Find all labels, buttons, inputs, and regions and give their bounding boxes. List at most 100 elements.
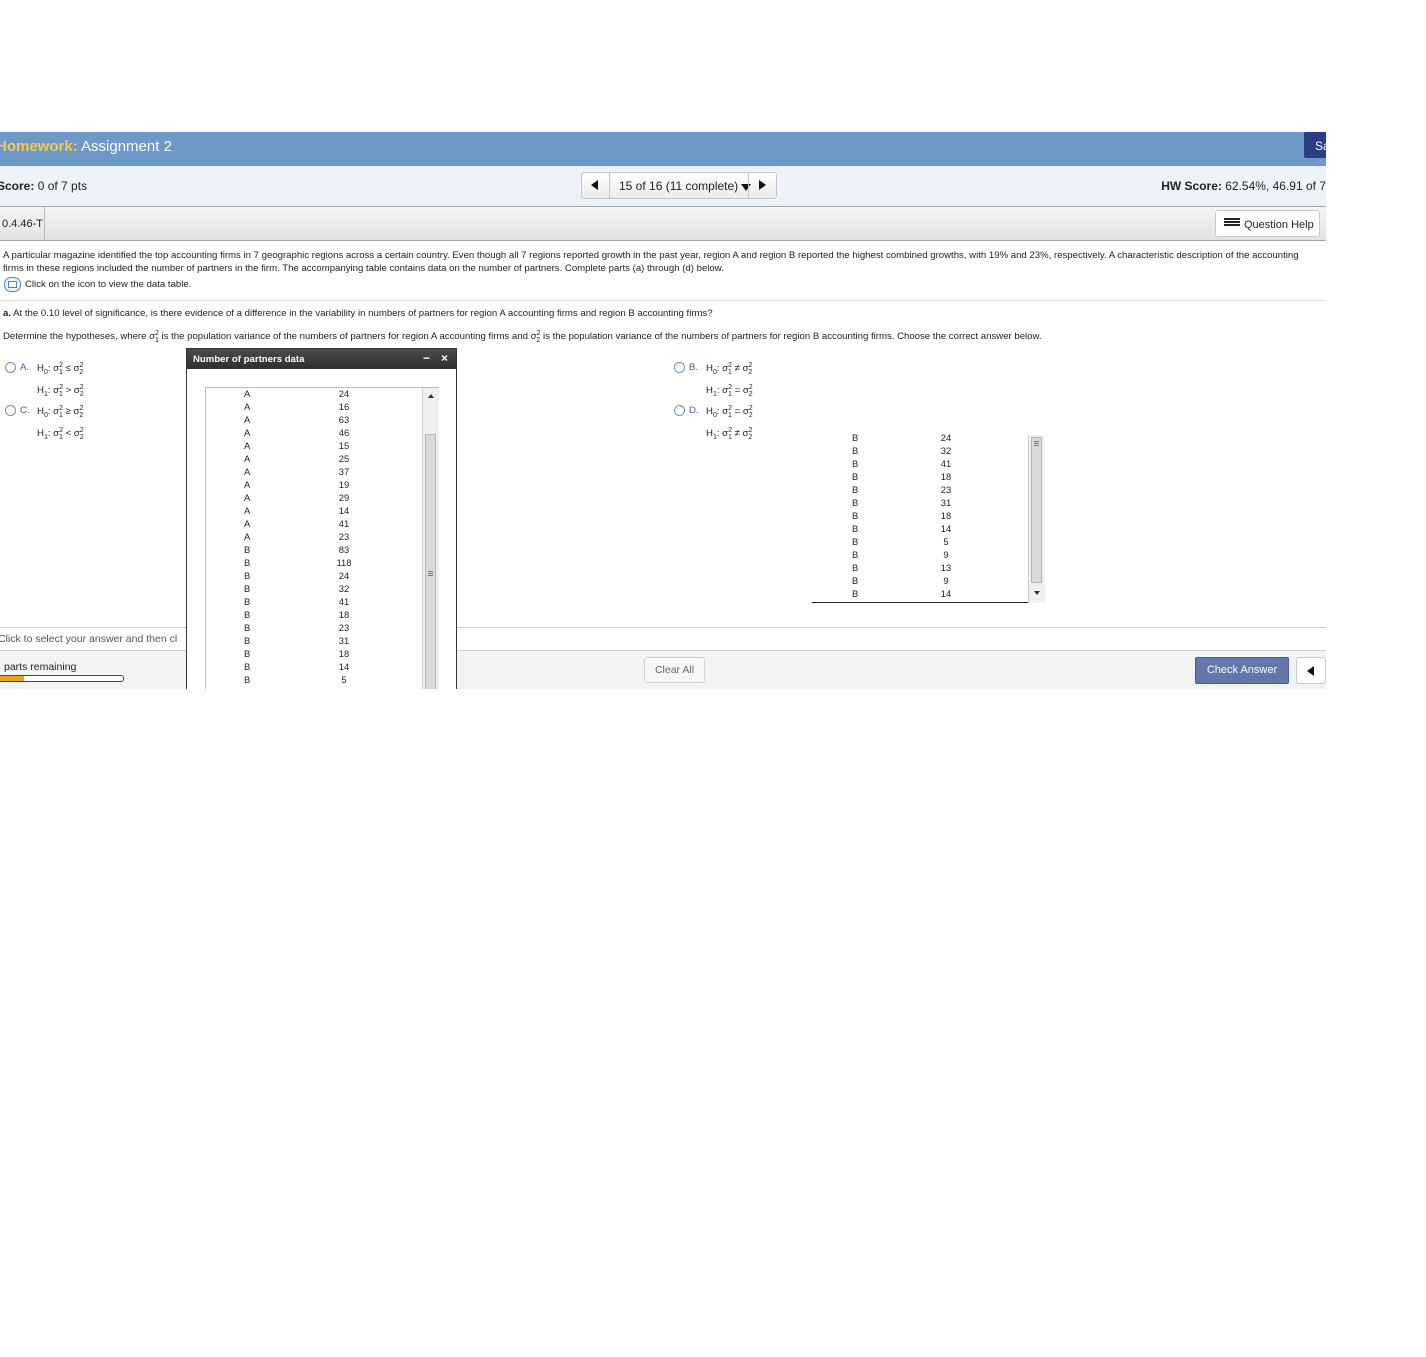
vertical-scrollbar[interactable] xyxy=(1028,435,1045,603)
region-cell: B xyxy=(244,674,251,685)
table-row: B 83 xyxy=(206,544,422,557)
table-row: B9 xyxy=(812,549,1027,562)
instruction-text: is the population variance of the number… xyxy=(540,331,1042,343)
alternative-hypothesis: H1: σ21 = σ22 xyxy=(706,384,753,399)
triangle-left-icon xyxy=(1307,666,1314,676)
minimize-icon[interactable]: − xyxy=(423,351,430,365)
table-row: A 29 xyxy=(206,492,422,505)
option-label: D. xyxy=(689,405,699,416)
question-intro: A particular magazine identified the top… xyxy=(3,250,1299,274)
partners-data-table-secondary: B 24 B 32 B 41 B 18 B 23 B 31 B 18 B 14 B 5 B 9 B 13 B 9 B 14 xyxy=(812,432,1045,603)
table-row: B 32 xyxy=(206,583,422,596)
clear-all-button[interactable]: Clear All xyxy=(644,657,705,683)
partners-cell: 63 xyxy=(338,414,350,425)
popup-title-bar[interactable]: Number of partners data − × xyxy=(187,349,456,369)
partners-cell: 5 xyxy=(943,536,949,547)
data-table-link[interactable]: Click on the icon to view the data table… xyxy=(4,277,191,292)
partners-cell: 41 xyxy=(338,518,350,529)
partners-cell: 32 xyxy=(338,583,350,594)
option-label: B. xyxy=(689,362,699,373)
partners-cell: 41 xyxy=(338,596,350,607)
check-answer-button[interactable]: Check Answer xyxy=(1195,657,1289,684)
part-a-label: a. xyxy=(3,308,12,319)
relation-symbol: ≥ xyxy=(65,406,71,418)
question-help-button[interactable]: Question Help xyxy=(1215,210,1320,237)
popup-title: Number of partners data xyxy=(193,354,305,365)
data-table-link-text: Click on the icon to view the data table… xyxy=(25,279,192,291)
table-row: A 23 xyxy=(206,531,422,544)
partners-cell: 18 xyxy=(940,471,952,482)
scrollbar-thumb[interactable] xyxy=(425,434,436,689)
close-icon[interactable]: × xyxy=(441,351,448,365)
region-cell: B xyxy=(244,583,251,594)
option-label: A. xyxy=(20,362,30,373)
region-cell: A xyxy=(244,518,251,529)
table-row: A 41 xyxy=(206,518,422,531)
radio-button[interactable] xyxy=(674,362,685,373)
table-row: B 24 xyxy=(812,432,1027,445)
data-table-icon[interactable] xyxy=(4,277,21,292)
option-label: C. xyxy=(20,405,30,416)
table-row: A 14 xyxy=(206,505,422,518)
table-row: B 14 xyxy=(812,588,1027,601)
region-cell: B xyxy=(244,635,251,646)
region-cell: B xyxy=(852,510,859,521)
score-bar: Score: 0 of 7 pts 15 of 16 (11 complete)… xyxy=(0,166,1326,207)
region-cell: B xyxy=(852,484,859,495)
table-row: B 13 xyxy=(812,562,1027,575)
vertical-scrollbar[interactable] xyxy=(422,388,439,689)
table-row: B 32 xyxy=(812,445,1027,458)
partners-cell: 14 xyxy=(940,523,952,534)
partners-cell: 16 xyxy=(338,401,350,412)
region-cell: A xyxy=(244,401,251,412)
table-row: A 24 xyxy=(206,388,422,401)
question-help-label: Question Help xyxy=(1244,219,1314,231)
region-cell: B xyxy=(852,445,859,456)
radio-button[interactable] xyxy=(5,405,16,416)
scroll-up-arrow-icon[interactable] xyxy=(428,394,434,398)
partners-cell: 18 xyxy=(940,510,952,521)
region-cell: B xyxy=(244,661,251,672)
instruction-text: is the population variance of the number… xyxy=(158,331,537,343)
save-button[interactable]: Sa xyxy=(1304,132,1326,158)
table-row: B5 xyxy=(812,536,1027,549)
back-button[interactable] xyxy=(1296,657,1326,684)
null-hypothesis: H0: σ21 ≠ σ22 xyxy=(706,362,753,377)
region-cell: A xyxy=(244,492,251,503)
radio-button[interactable] xyxy=(674,405,685,416)
scroll-down-arrow-icon[interactable] xyxy=(1034,591,1040,595)
relation-symbol: < xyxy=(65,428,72,440)
table-row: B 14 xyxy=(206,661,422,674)
table-row: B 23 xyxy=(812,484,1027,497)
radio-button[interactable] xyxy=(5,362,16,373)
region-cell: B xyxy=(852,549,859,560)
region-cell: A xyxy=(244,427,251,438)
null-hypothesis: H0: σ21 ≤ σ22 xyxy=(37,362,84,377)
score-value: 0 of 7 pts xyxy=(37,179,88,193)
part-a-text: At the 0.10 level of significance, is th… xyxy=(13,308,713,319)
table-row: A 16 xyxy=(206,401,422,414)
region-cell: B xyxy=(244,570,251,581)
region-cell: B xyxy=(852,432,859,443)
previous-question-button[interactable] xyxy=(582,173,610,198)
table-row: A 19 xyxy=(206,479,422,492)
partners-cell: 19 xyxy=(338,479,350,490)
question-id: 0.4.46-T xyxy=(2,218,43,230)
question-position-dropdown[interactable]: 15 of 16 (11 complete) xyxy=(619,179,752,193)
region-cell: A xyxy=(244,479,251,490)
answer-instruction: Click to select your answer and then cl xyxy=(0,633,178,645)
partners-cell: 37 xyxy=(338,466,350,477)
scrollbar-thumb[interactable] xyxy=(1031,437,1042,583)
relation-symbol: > xyxy=(65,385,72,397)
table-row: A 46 xyxy=(206,427,422,440)
next-question-button[interactable] xyxy=(748,173,776,198)
table-row: B5 xyxy=(206,674,422,687)
table-row: B 18 xyxy=(812,471,1027,484)
region-cell: B xyxy=(244,557,251,568)
partners-cell: 25 xyxy=(338,453,350,464)
relation-symbol: = xyxy=(734,406,741,418)
question-id-bar: 0.4.46-T Question Help xyxy=(0,207,1326,241)
hw-score-label: HW Score: xyxy=(1161,179,1222,193)
region-cell: B xyxy=(852,562,859,573)
homework-title: Homework: Assignment 2 xyxy=(0,138,172,155)
